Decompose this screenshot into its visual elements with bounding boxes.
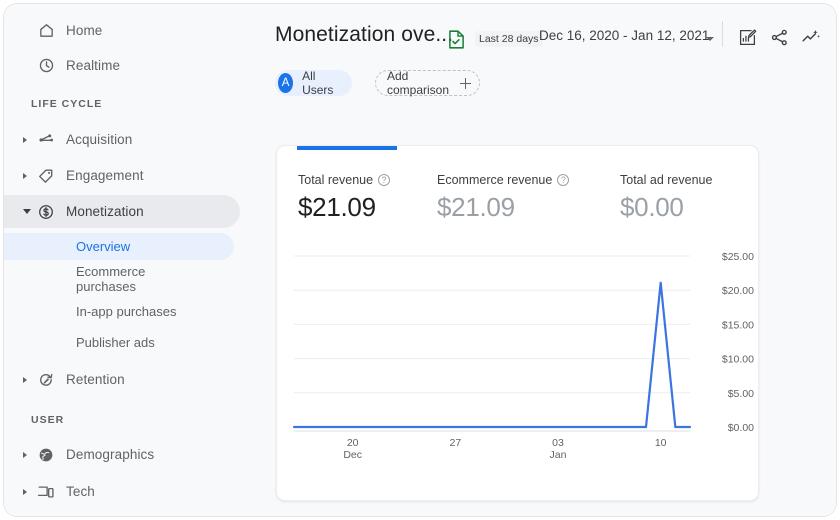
plus-icon xyxy=(459,77,472,89)
device-icon xyxy=(36,482,56,502)
sidebar-item-engagement[interactable]: Engagement xyxy=(4,159,240,192)
revenue-line-chart[interactable]: $0.00 $5.00 $10.00 $15.00 $20.00 $25.00 20 Dec… xyxy=(277,242,758,472)
metric-value: $21.09 xyxy=(437,192,515,222)
sidebar-subitem-overview[interactable]: Overview xyxy=(4,233,234,260)
chevron-down-icon[interactable] xyxy=(706,37,714,41)
sidebar-item-label: Realtime xyxy=(66,58,121,73)
sidebar-item-label: Tech xyxy=(66,484,95,499)
metric-total-ad-revenue: Total ad revenue $0.00 xyxy=(620,172,712,223)
add-comparison-button[interactable]: Add comparison xyxy=(375,69,481,97)
x-axis-tick-sublabel: Dec xyxy=(343,449,362,461)
share-icon[interactable] xyxy=(768,26,790,48)
sidebar-item-retention[interactable]: Retention xyxy=(4,363,240,396)
dollar-circle-icon xyxy=(36,202,56,222)
sidebar-subitem-publisher-ads[interactable]: Publisher ads xyxy=(4,331,234,353)
help-icon[interactable]: ? xyxy=(557,174,570,186)
card-tab-indicator xyxy=(297,146,397,150)
section-label-life-cycle: LIFE CYCLE xyxy=(31,98,103,110)
main-content: Monetization ove... Last 28 days Dec 16,… xyxy=(262,4,836,516)
all-users-label: All Users xyxy=(302,69,334,97)
revenue-series-line xyxy=(292,281,692,429)
chart-svg: $0.00 $5.00 $10.00 $15.00 $20.00 $25.00 20Dec… xyxy=(292,251,754,461)
page-title: Monetization ove... xyxy=(275,23,454,46)
globe-icon xyxy=(36,445,56,465)
metric-value: $21.09 xyxy=(298,192,376,222)
sidebar-subitem-ecommerce-purchases[interactable]: Ecommerce purchases xyxy=(4,264,234,294)
x-axis-tick-label: 20 xyxy=(347,437,359,449)
sidebar-subitem-label: Publisher ads xyxy=(76,334,155,350)
sidebar-item-label: Demographics xyxy=(66,447,155,462)
home-icon xyxy=(36,21,56,41)
sidebar-item-label: Retention xyxy=(66,372,125,387)
acquisition-icon xyxy=(36,130,56,150)
header-divider xyxy=(722,21,723,47)
chevron-right-icon xyxy=(23,451,27,458)
sidebar-subitem-label: Ecommerce purchases xyxy=(76,264,146,294)
x-axis-tick-label: 10 xyxy=(655,437,667,449)
tag-icon xyxy=(36,166,56,186)
edit-report-icon[interactable] xyxy=(736,26,758,48)
metric-label: Total ad revenue xyxy=(620,173,713,187)
sidebar-item-tech[interactable]: Tech xyxy=(4,475,240,508)
x-axis-tick-label: 27 xyxy=(449,437,461,449)
revenue-overview-card: Total revenue ? $21.09 Ecommerce revenue… xyxy=(276,145,759,501)
metric-label: Total revenue xyxy=(298,173,374,187)
metric-total-revenue: Total revenue ? $21.09 xyxy=(298,172,391,223)
y-axis-tick-label: $25.00 xyxy=(722,251,754,263)
x-axis-tick-sublabel: Jan xyxy=(550,449,567,461)
chevron-down-icon xyxy=(23,209,31,214)
y-axis-tick-label: $15.00 xyxy=(722,319,754,331)
sidebar-item-monetization[interactable]: Monetization xyxy=(4,195,240,228)
y-axis-tick-label: $0.00 xyxy=(728,422,754,434)
metric-ecommerce-revenue: Ecommerce revenue ? $21.09 xyxy=(437,172,570,223)
avatar: A xyxy=(278,73,294,93)
sidebar-item-label: Monetization xyxy=(66,204,144,219)
sidebar: Home Realtime LIFE CYCLE Acquisition Eng… xyxy=(4,4,262,516)
page-header: Monetization ove... Last 28 days Dec 16,… xyxy=(262,4,836,62)
date-preset-badge: Last 28 days xyxy=(475,31,543,47)
chevron-right-icon xyxy=(23,488,27,495)
sidebar-item-home[interactable]: Home xyxy=(4,14,240,47)
section-label-user: USER xyxy=(31,414,65,426)
sidebar-item-label: Acquisition xyxy=(66,132,133,147)
sidebar-item-label: Engagement xyxy=(66,168,144,183)
sidebar-item-realtime[interactable]: Realtime xyxy=(4,49,240,82)
add-comparison-label: Add comparison xyxy=(387,69,450,97)
clock-icon xyxy=(36,56,56,76)
y-axis-tick-label: $10.00 xyxy=(722,354,754,366)
sidebar-item-demographics[interactable]: Demographics xyxy=(4,438,240,471)
insights-icon[interactable] xyxy=(800,26,822,48)
chevron-right-icon xyxy=(23,376,27,383)
x-axis-labels: 20Dec 27 03Jan 10 xyxy=(343,437,666,461)
app-window: Home Realtime LIFE CYCLE Acquisition Eng… xyxy=(3,3,837,517)
sidebar-subitem-label: In-app purchases xyxy=(76,303,177,319)
sidebar-subitem-in-app-purchases[interactable]: In-app purchases xyxy=(4,300,234,322)
sidebar-item-label: Home xyxy=(66,23,103,38)
green-document-check-icon[interactable] xyxy=(448,30,465,49)
sidebar-item-acquisition[interactable]: Acquisition xyxy=(4,123,240,156)
help-icon[interactable]: ? xyxy=(378,174,391,186)
retention-icon xyxy=(36,370,56,390)
y-axis-tick-label: $5.00 xyxy=(728,388,754,400)
y-axis-tick-label: $20.00 xyxy=(722,285,754,297)
chevron-right-icon xyxy=(23,136,27,143)
all-users-chip[interactable]: A All Users xyxy=(275,69,353,97)
chevron-right-icon xyxy=(23,172,27,179)
x-axis-tick-label: 03 xyxy=(552,437,564,449)
sidebar-subitem-label: Overview xyxy=(76,239,131,254)
date-range-selector[interactable]: Dec 16, 2020 - Jan 12, 2021 xyxy=(539,28,709,43)
y-axis-labels: $0.00 $5.00 $10.00 $15.00 $20.00 $25.00 xyxy=(722,251,754,434)
metric-value: $0.00 xyxy=(620,192,684,222)
grid-lines xyxy=(294,255,690,394)
metric-label: Ecommerce revenue xyxy=(437,173,553,187)
